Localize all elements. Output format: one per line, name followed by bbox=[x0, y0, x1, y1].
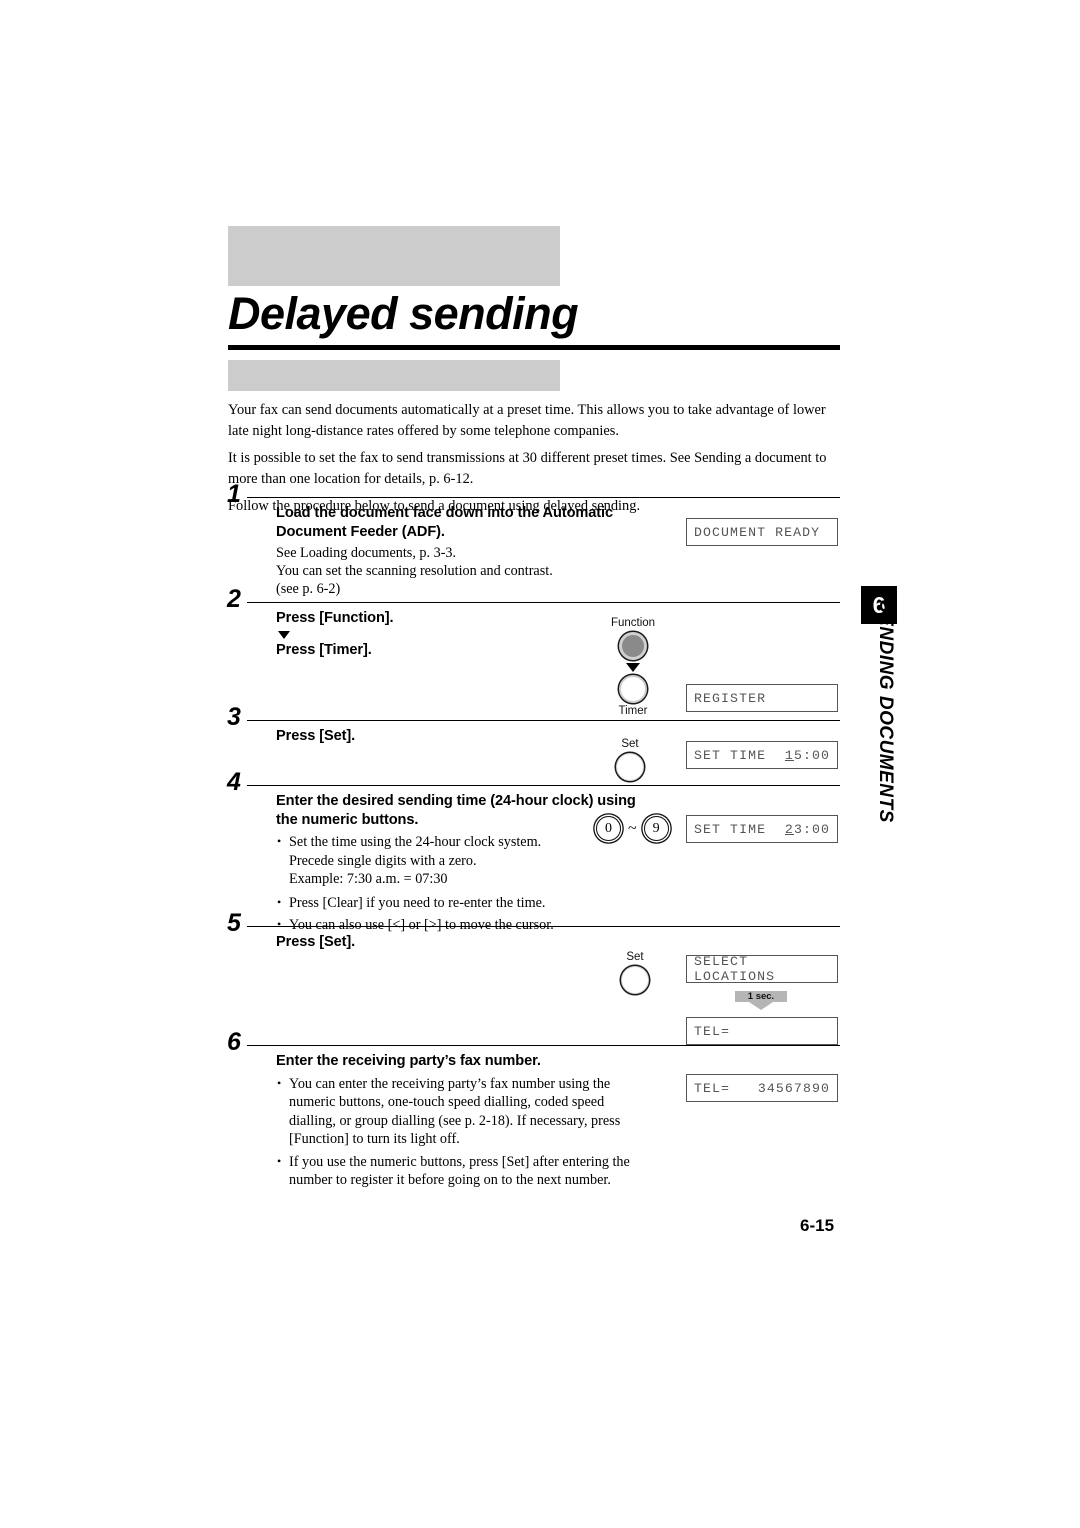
lcd-set-time-1500-label: SET TIME bbox=[694, 747, 767, 763]
sequence-arrow-icon bbox=[278, 630, 290, 639]
set-key-icon-step5[interactable] bbox=[621, 966, 649, 994]
lcd-register: REGISTER bbox=[686, 684, 838, 712]
set-key-label-step5: Set bbox=[626, 951, 644, 963]
timer-key-icon[interactable] bbox=[619, 675, 647, 703]
manual-page: Delayed sending Your fax can send docume… bbox=[0, 0, 1080, 1528]
lcd-select-locations-text: SELECT LOCATIONS bbox=[694, 954, 776, 984]
step-6-number: 6 bbox=[227, 1028, 241, 1056]
step-2-heading: Press [Function]. bbox=[276, 610, 394, 626]
side-tab-label: SENDING DOCUMENTS bbox=[875, 600, 896, 823]
numeric-key-to[interactable]: 9 bbox=[643, 816, 669, 841]
key-sequence-arrow-icon bbox=[626, 663, 640, 672]
lcd-cursor-digit-2: 2 bbox=[784, 821, 794, 837]
lcd-set-time-1500-value: 15:00 bbox=[785, 748, 830, 763]
set-key-illustration-step5: Set bbox=[615, 951, 655, 996]
header-gray-bar-bottom bbox=[228, 360, 560, 391]
set-key-label-step3: Set bbox=[621, 738, 639, 750]
lcd-set-time-2300-rest: 3:00 bbox=[793, 821, 830, 837]
step-1-number: 1 bbox=[227, 480, 241, 508]
step-6-bullets: You can enter the receiving party’s fax … bbox=[276, 1074, 648, 1190]
step-4-number: 4 bbox=[227, 768, 241, 796]
header-gray-bar-top bbox=[228, 226, 560, 286]
step-4-bullets: Set the time using the 24-hour clock sys… bbox=[276, 832, 648, 935]
lcd-set-time-2300-value: 23:00 bbox=[785, 822, 830, 837]
step-1-sub-3: (see p. 6-2) bbox=[276, 581, 341, 597]
set-key-icon-step3[interactable] bbox=[616, 753, 644, 781]
step-6: 6 Enter the receiving party’s fax number… bbox=[227, 1030, 840, 1188]
step-5-number: 5 bbox=[227, 909, 241, 937]
one-second-transition-indicator: 1 sec. bbox=[735, 991, 787, 1010]
step-1-sub-1: See Loading documents, p. 3-3. bbox=[276, 545, 457, 561]
lcd-select-locations: SELECT LOCATIONS bbox=[686, 954, 838, 984]
step-2-number: 2 bbox=[227, 585, 241, 613]
step-6-bullet-2: If you use the numeric buttons, press [S… bbox=[276, 1152, 648, 1190]
intro-paragraph-2: It is possible to set the fax to send tr… bbox=[228, 450, 827, 487]
function-key-label: Function bbox=[610, 617, 656, 629]
step-4-bullet-1-line-1: Set the time using the 24-hour clock sys… bbox=[289, 834, 542, 850]
step-1-sub-2: You can set the scanning resolution and … bbox=[276, 563, 553, 579]
lcd-cursor-digit: 1 bbox=[784, 747, 794, 763]
step-6-bullet-1: You can enter the receiving party’s fax … bbox=[276, 1074, 648, 1149]
step-2-heading-2: Press [Timer]. bbox=[276, 641, 372, 658]
step-3-number: 3 bbox=[227, 703, 241, 731]
lcd-tel-number-label: TEL= bbox=[694, 1080, 731, 1096]
step-1: 1 Load the document face down into the A… bbox=[227, 482, 840, 602]
numeric-key-range-separator: ~ bbox=[628, 819, 637, 837]
step-4-bullet-1-line-2: Precede single digits with a zero. bbox=[289, 852, 477, 869]
lcd-set-time-1500: SET TIME 15:00 bbox=[686, 741, 838, 769]
numeric-key-from[interactable]: 0 bbox=[596, 816, 621, 841]
step-4-bullet-1: Set the time using the 24-hour clock sys… bbox=[276, 832, 648, 889]
lcd-set-time-2300: SET TIME 23:00 bbox=[686, 815, 838, 843]
set-key-illustration-step3: Set bbox=[610, 738, 650, 783]
function-key-illustration: Function Timer bbox=[608, 617, 658, 718]
lcd-tel-empty-text: TEL= bbox=[694, 1023, 731, 1039]
lcd-tel-empty: TEL= bbox=[686, 1017, 838, 1045]
function-key-icon[interactable] bbox=[619, 632, 647, 660]
lcd-tel-number-value: 34567890 bbox=[757, 1080, 830, 1096]
lcd-set-time-2300-label: SET TIME bbox=[694, 821, 767, 837]
one-second-label: 1 sec. bbox=[735, 991, 787, 1002]
step-1-heading: Load the document face down into the Aut… bbox=[276, 505, 614, 540]
lcd-register-text: REGISTER bbox=[694, 690, 767, 706]
lcd-tel-number: TEL= 34567890 bbox=[686, 1074, 838, 1102]
timer-key-label: Timer bbox=[618, 705, 648, 717]
intro-paragraph-1: Your fax can send documents automaticall… bbox=[228, 402, 826, 439]
page-title: Delayed sending bbox=[228, 288, 579, 339]
step-3-heading: Press [Set]. bbox=[276, 728, 356, 744]
lcd-set-time-1500-rest: 5:00 bbox=[793, 747, 830, 763]
step-5-heading: Press [Set]. bbox=[276, 934, 356, 950]
step-4-heading: Enter the desired sending time (24-hour … bbox=[276, 793, 636, 828]
step-6-heading: Enter the receiving party’s fax number. bbox=[276, 1053, 541, 1069]
numeric-keys-illustration: 0 ~ 9 bbox=[596, 816, 669, 841]
lcd-document-ready: DOCUMENT READY bbox=[686, 518, 838, 546]
one-second-arrow-icon bbox=[749, 1002, 773, 1010]
page-number: 6-15 bbox=[800, 1216, 835, 1235]
step-4: 4 Enter the desired sending time (24-hou… bbox=[227, 770, 840, 933]
lcd-document-ready-text: DOCUMENT READY bbox=[694, 524, 821, 540]
title-rule bbox=[228, 345, 840, 350]
step-4-bullet-2: Press [Clear] if you need to re-enter th… bbox=[276, 893, 648, 913]
step-4-bullet-1-line-3: Example: 7:30 a.m. = 07:30 bbox=[289, 871, 448, 887]
